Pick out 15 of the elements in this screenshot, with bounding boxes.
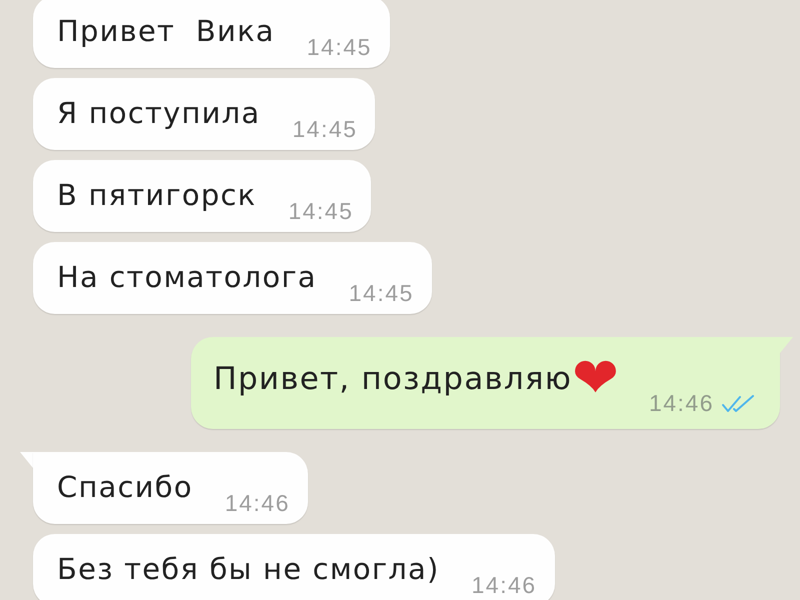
message-text: Без тебя бы не смогла) bbox=[57, 551, 440, 587]
message-time: 14:45 bbox=[292, 117, 358, 141]
message-text: Я поступила bbox=[57, 95, 260, 131]
message-time: 14:46 bbox=[472, 573, 537, 597]
message-time: 14:46 bbox=[648, 391, 714, 415]
message-text: На стоматолога bbox=[57, 259, 317, 295]
message-time: 14:45 bbox=[306, 35, 372, 59]
message-time: 14:46 bbox=[224, 491, 290, 515]
heart-icon: ❤ bbox=[572, 357, 619, 401]
message-time: 14:45 bbox=[348, 281, 414, 305]
message-text: В пятигорск bbox=[57, 177, 256, 213]
message-time: 14:45 bbox=[288, 199, 354, 223]
message-text: Спасибо bbox=[57, 469, 193, 505]
message-text: Привет Вика bbox=[57, 13, 275, 49]
message-text: Привет, поздравляю bbox=[214, 360, 572, 398]
